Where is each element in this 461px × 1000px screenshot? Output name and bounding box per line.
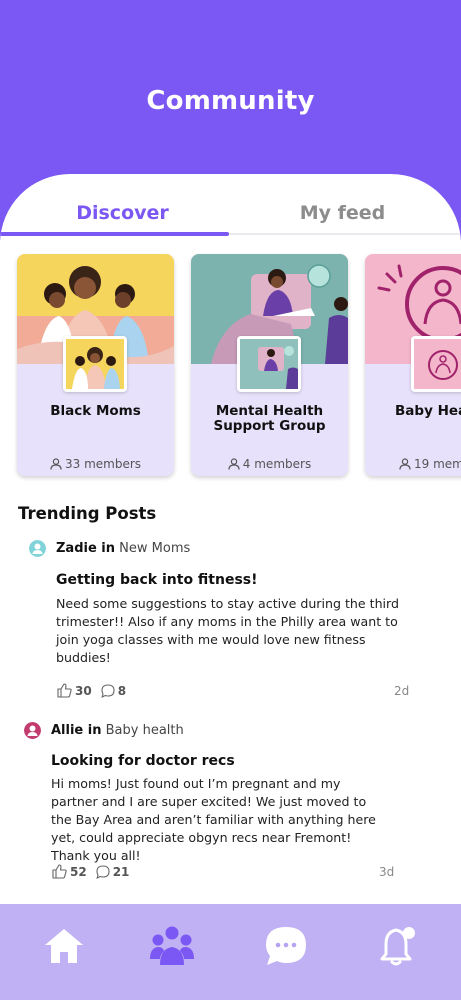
- post-group[interactable]: Baby health: [106, 723, 184, 738]
- like-count: 52: [70, 864, 87, 879]
- post-author-name: Allie in: [51, 723, 102, 738]
- page-title: Community: [146, 86, 315, 116]
- nav-community[interactable]: [148, 922, 196, 970]
- post-author: Allie in Baby health: [51, 723, 184, 738]
- post-body: Need some suggestions to stay active dur…: [56, 596, 400, 665]
- tab-active-indicator: [0, 232, 229, 236]
- post-card[interactable]: Allie in Baby health Looking for doctor …: [0, 718, 461, 888]
- post-stats: 30 8: [56, 682, 134, 699]
- nav-home[interactable]: [40, 922, 88, 970]
- community-name: Baby Hea: [395, 403, 461, 419]
- community-thumbnail: [411, 336, 461, 392]
- community-card-mental-health[interactable]: Mental Health Support Group 4 members: [191, 254, 348, 476]
- user-icon: [50, 458, 62, 470]
- post-group[interactable]: New Moms: [119, 541, 190, 556]
- member-count: 33 members: [64, 457, 142, 471]
- post-card[interactable]: Zadie in New Moms Getting back into fitn…: [0, 536, 461, 706]
- comment-count: 21: [112, 864, 130, 879]
- post-timestamp: 2d: [394, 684, 410, 698]
- post-author-name: Zadie in: [56, 541, 116, 556]
- like-count: 30: [75, 683, 92, 698]
- post-stats: 52 21: [51, 863, 137, 880]
- thumbs-up-icon[interactable]: [56, 682, 73, 699]
- comment-count: 8: [117, 683, 127, 698]
- mental-health-thumbnail-image: [240, 339, 298, 389]
- post-title[interactable]: Looking for doctor recs: [51, 753, 235, 769]
- tab-bar: Discover My feed: [0, 174, 461, 236]
- tab-my-feed[interactable]: My feed: [260, 202, 425, 224]
- community-icon: [150, 926, 194, 965]
- community-card-black-moms[interactable]: Black Moms 33 members: [17, 254, 174, 476]
- member-count: 4 members: [242, 457, 312, 471]
- community-name: Mental Health Support Group: [213, 403, 326, 434]
- home-icon: [45, 929, 83, 963]
- thumbs-up-icon[interactable]: [51, 863, 68, 880]
- community-members: 4 members: [191, 457, 348, 471]
- chat-icon: [266, 927, 306, 965]
- bottom-navigation: [0, 904, 461, 1000]
- avatar[interactable]: [29, 540, 46, 557]
- baby-health-thumbnail-image: [414, 339, 461, 389]
- post-author: Zadie in New Moms: [56, 541, 190, 556]
- community-thumbnail: [63, 336, 127, 392]
- post-body: Hi moms! Just found out I’m pregnant and…: [51, 776, 376, 863]
- user-icon: [228, 458, 240, 470]
- community-card-baby-health[interactable]: Baby Hea 19 mem: [365, 254, 461, 476]
- nav-notifications[interactable]: [374, 922, 422, 970]
- user-icon: [399, 458, 411, 470]
- post-title[interactable]: Getting back into fitness!: [56, 572, 258, 588]
- community-thumbnail: [237, 336, 301, 392]
- content-sheet: Discover My feed Black Moms 33 members M…: [0, 174, 461, 904]
- black-moms-thumbnail-image: [66, 339, 124, 389]
- nav-messages[interactable]: [262, 922, 310, 970]
- bell-icon: [380, 927, 415, 966]
- avatar[interactable]: [24, 722, 41, 739]
- community-members: 19 mem: [399, 457, 461, 471]
- community-members: 33 members: [17, 457, 174, 471]
- community-name: Black Moms: [50, 403, 141, 419]
- comment-icon[interactable]: [100, 683, 116, 699]
- tab-discover[interactable]: Discover: [40, 202, 205, 224]
- comment-icon[interactable]: [95, 864, 111, 880]
- post-timestamp: 3d: [379, 865, 395, 879]
- member-count: 19 mem: [414, 457, 461, 471]
- trending-posts-heading: Trending Posts: [18, 504, 157, 523]
